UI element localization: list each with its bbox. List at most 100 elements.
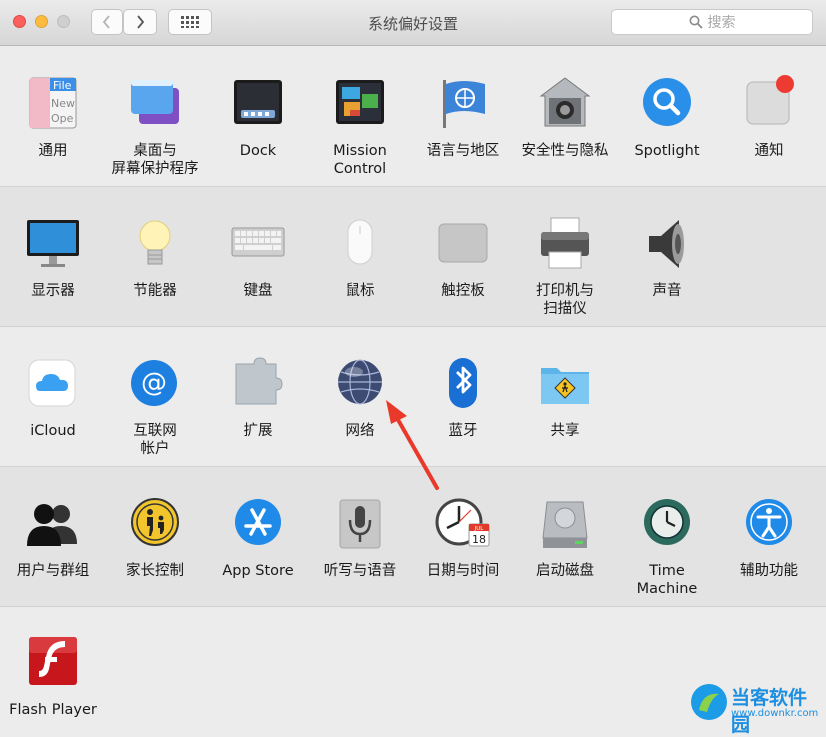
pref-label: Time Machine	[636, 563, 698, 597]
pref-label: Spotlight	[634, 143, 700, 159]
keyboard-icon	[231, 227, 285, 257]
pref-sound[interactable]: 声音	[617, 214, 717, 300]
pref-label: 安全性与隐私	[521, 143, 609, 159]
language-region-icon	[443, 80, 485, 128]
pref-bluetooth[interactable]: 蓝牙	[413, 354, 513, 440]
pref-label: 语言与地区	[426, 143, 500, 159]
pref-label: Mission Control	[333, 143, 387, 177]
pref-label: 鼠标	[345, 283, 375, 299]
mission-control-icon	[336, 80, 384, 124]
bluetooth-icon	[449, 358, 477, 408]
pref-dictation-speech[interactable]: 听写与语音	[310, 494, 410, 580]
pref-flash-player[interactable]: Flash Player	[3, 633, 103, 719]
displays-icon	[27, 220, 79, 267]
pref-label: 通用	[38, 143, 68, 159]
pref-language-region[interactable]: 语言与地区	[413, 74, 513, 160]
dock-icon	[234, 80, 282, 124]
time-machine-icon	[644, 499, 690, 545]
mouse-icon	[347, 219, 373, 265]
pref-startup-disk[interactable]: 启动磁盘	[515, 494, 615, 580]
pref-label: 网络	[345, 423, 375, 439]
pref-label: 键盘	[243, 283, 273, 299]
section-system: 用户与群组 家长控制 App Store 听写与语音 JUL 18 日期与时间 …	[0, 467, 826, 607]
pref-label: Dock	[239, 143, 277, 159]
calendar-day-text: 18	[472, 533, 486, 546]
pref-label: 用户与群组	[16, 563, 90, 579]
security-privacy-icon	[539, 77, 591, 127]
pref-mouse[interactable]: 鼠标	[310, 214, 410, 300]
calendar-month-text: JUL	[474, 526, 485, 532]
pref-app-store[interactable]: App Store	[208, 494, 308, 580]
pref-label: 家长控制	[126, 563, 184, 579]
dictation-speech-icon	[339, 499, 381, 549]
icloud-icon	[28, 359, 76, 407]
pref-sharing[interactable]: 共享	[515, 354, 615, 440]
pref-network[interactable]: 网络	[310, 354, 410, 440]
search-field[interactable]: 搜索	[611, 9, 813, 35]
pref-label: 触控板	[441, 283, 485, 299]
pref-mission-control[interactable]: Mission Control	[310, 74, 410, 178]
general-open-text: Ope	[51, 112, 74, 125]
pref-spotlight[interactable]: Spotlight	[617, 74, 717, 160]
pref-users-groups[interactable]: 用户与群组	[3, 494, 103, 580]
pref-label: 听写与语音	[323, 563, 397, 579]
spotlight-icon	[643, 78, 691, 126]
watermark: 当客软件园 www.downkr.com	[685, 680, 825, 736]
watermark-url: www.downkr.com	[731, 708, 819, 719]
extensions-icon	[235, 357, 283, 405]
search-icon	[689, 15, 703, 29]
pref-energy-saver[interactable]: 节能器	[105, 214, 205, 300]
pref-printers-scanners[interactable]: 打印机与 扫描仪	[515, 214, 615, 318]
pref-desktop-screensaver[interactable]: 桌面与 屏幕保护程序	[105, 74, 205, 178]
pref-internet-accounts[interactable]: @ 互联网 帐户	[105, 354, 205, 458]
pref-parental-controls[interactable]: 家长控制	[105, 494, 205, 580]
printers-scanners-icon	[541, 217, 589, 269]
general-new-text: New	[51, 97, 75, 110]
startup-disk-icon	[542, 501, 588, 548]
desktop-screensaver-icon	[131, 80, 179, 124]
pref-label: 通知	[754, 143, 784, 159]
pref-displays[interactable]: 显示器	[3, 214, 103, 300]
pref-label: Flash Player	[9, 702, 97, 718]
pref-date-time[interactable]: JUL 18 日期与时间	[413, 494, 513, 580]
pref-label: 蓝牙	[448, 423, 478, 439]
pref-label: 桌面与 屏幕保护程序	[111, 143, 199, 177]
date-time-icon: JUL 18	[435, 498, 490, 547]
pref-notifications[interactable]: 通知	[719, 74, 819, 160]
pref-label: 启动磁盘	[536, 563, 594, 579]
pref-label: 日期与时间	[426, 563, 500, 579]
pref-security-privacy[interactable]: 安全性与隐私	[515, 74, 615, 160]
accessibility-icon	[746, 499, 792, 545]
sharing-icon	[541, 368, 589, 404]
flash-player-icon	[29, 637, 77, 685]
search-placeholder: 搜索	[707, 15, 736, 31]
pref-label: 共享	[550, 423, 580, 439]
pref-label: 声音	[652, 283, 682, 299]
section-hardware: 显示器 节能器 键盘 鼠标 触控板 打印机与 扫描仪 声音	[0, 187, 826, 327]
pref-label: 显示器	[31, 283, 75, 299]
section-internet-wireless: iCloud @ 互联网 帐户 扩展 网络 蓝牙 共享	[0, 327, 826, 467]
parental-controls-icon	[131, 498, 179, 546]
pref-accessibility[interactable]: 辅助功能	[719, 494, 819, 580]
svg-text:@: @	[141, 368, 167, 398]
pref-label: iCloud	[30, 423, 76, 439]
energy-saver-icon	[139, 220, 171, 265]
pref-general[interactable]: File New Ope 通用	[3, 74, 103, 160]
title-bar: 系统偏好设置 搜索	[0, 0, 826, 46]
sound-icon	[649, 220, 684, 268]
users-groups-icon	[27, 504, 77, 546]
pref-label: 辅助功能	[740, 563, 798, 579]
pref-extensions[interactable]: 扩展	[208, 354, 308, 440]
pref-label: 扩展	[243, 423, 273, 439]
trackpad-icon	[438, 223, 488, 263]
pref-keyboard[interactable]: 键盘	[208, 214, 308, 300]
pref-time-machine[interactable]: Time Machine	[617, 494, 717, 598]
pref-icloud[interactable]: iCloud	[3, 354, 103, 440]
internet-accounts-icon: @	[131, 360, 177, 406]
general-file-text: File	[53, 79, 72, 92]
pref-label: 互联网 帐户	[133, 423, 177, 457]
pref-dock[interactable]: Dock	[208, 74, 308, 160]
notifications-icon	[746, 75, 794, 125]
network-icon	[338, 359, 382, 405]
pref-trackpad[interactable]: 触控板	[413, 214, 513, 300]
